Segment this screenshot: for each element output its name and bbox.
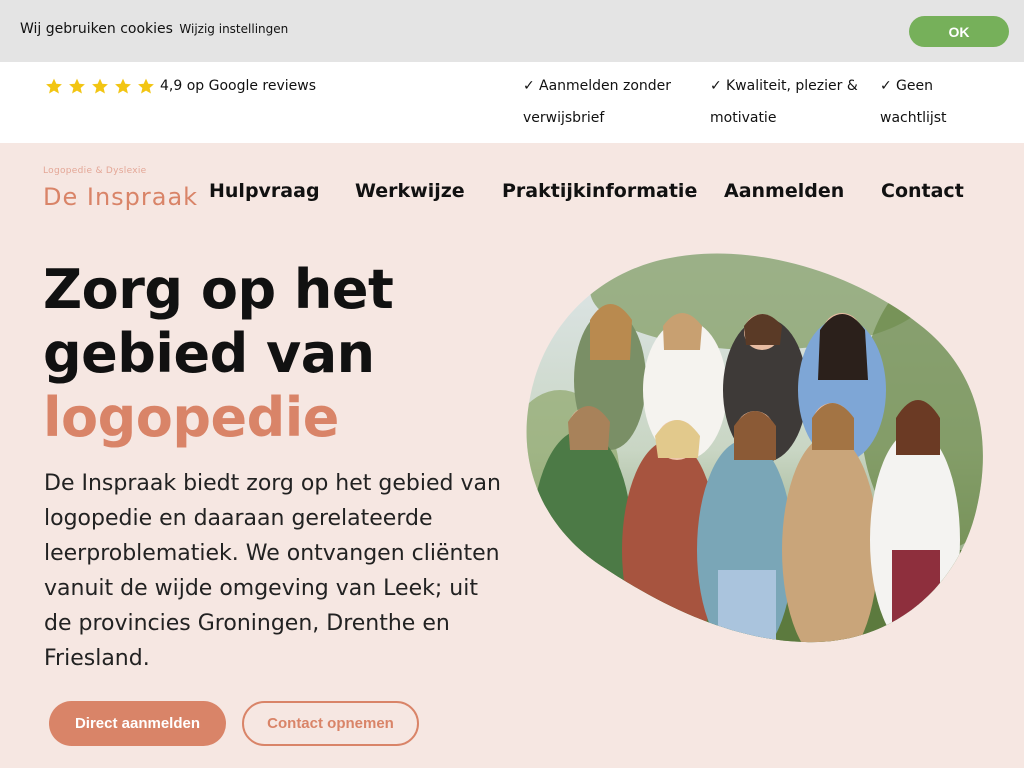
usp-text: motivatie bbox=[710, 110, 777, 126]
hero-title-accent: logopedie bbox=[43, 386, 339, 449]
logo-wordmark: De Inspraak bbox=[43, 183, 199, 211]
google-rating-text: 4,9 op Google reviews bbox=[160, 78, 317, 94]
star-icon bbox=[92, 78, 108, 94]
star-icon bbox=[138, 78, 154, 94]
nav-item-praktijkinformatie[interactable]: Praktijkinformatie bbox=[502, 180, 697, 202]
cookie-settings-link[interactable]: Wijzig instellingen bbox=[179, 22, 288, 36]
usp-text: Geen bbox=[896, 78, 933, 94]
star-icon bbox=[69, 78, 85, 94]
direct-aanmelden-button[interactable]: Direct aanmelden bbox=[49, 701, 226, 746]
nav-item-werkwijze[interactable]: Werkwijze bbox=[355, 180, 465, 202]
star-icon bbox=[46, 78, 62, 94]
contact-opnemen-button[interactable]: Contact opnemen bbox=[242, 701, 419, 746]
usp-item: ✓ Aanmelden zonder verwijsbrief bbox=[523, 70, 688, 134]
nav-item-aanmelden[interactable]: Aanmelden bbox=[724, 180, 844, 202]
checkmark-icon: ✓ bbox=[880, 78, 892, 94]
checkmark-icon: ✓ bbox=[523, 78, 535, 94]
usp-text: verwijsbrief bbox=[523, 110, 605, 126]
rating-stars bbox=[44, 77, 156, 96]
star-icon bbox=[115, 78, 131, 94]
cookie-ok-button[interactable]: OK bbox=[909, 16, 1009, 47]
usp-text: Kwaliteit, plezier & bbox=[726, 78, 858, 94]
usp-bar bbox=[0, 62, 1024, 143]
hero-title-line: Zorg op het bbox=[43, 258, 394, 321]
usp-text: wachtlijst bbox=[880, 110, 947, 126]
cookie-bar: Wij gebruiken cookies Wijzig instellinge… bbox=[0, 0, 1024, 62]
nav-item-contact[interactable]: Contact bbox=[881, 180, 964, 202]
hero-title-line: gebied van bbox=[43, 322, 375, 385]
nav-item-hulpvraag[interactable]: Hulpvraag bbox=[209, 180, 320, 202]
hero-title: Zorg op het gebied van logopedie bbox=[43, 258, 394, 450]
logo-tagline: Logopedie & Dyslexie bbox=[43, 166, 147, 176]
cookie-text: Wij gebruiken cookies bbox=[20, 21, 173, 37]
checkmark-icon: ✓ bbox=[710, 78, 722, 94]
usp-text: Aanmelden zonder bbox=[539, 78, 672, 94]
site-logo[interactable]: Logopedie & Dyslexie De Inspraak bbox=[43, 166, 197, 216]
hero-description: De Inspraak biedt zorg op het gebied van… bbox=[44, 471, 501, 671]
cookie-message: Wij gebruiken cookies Wijzig instellinge… bbox=[20, 21, 288, 37]
team-photo bbox=[526, 253, 983, 643]
usp-item: ✓ Kwaliteit, plezier & motivatie bbox=[710, 70, 860, 134]
usp-item: ✓ Geen wachtlijst bbox=[880, 70, 960, 134]
